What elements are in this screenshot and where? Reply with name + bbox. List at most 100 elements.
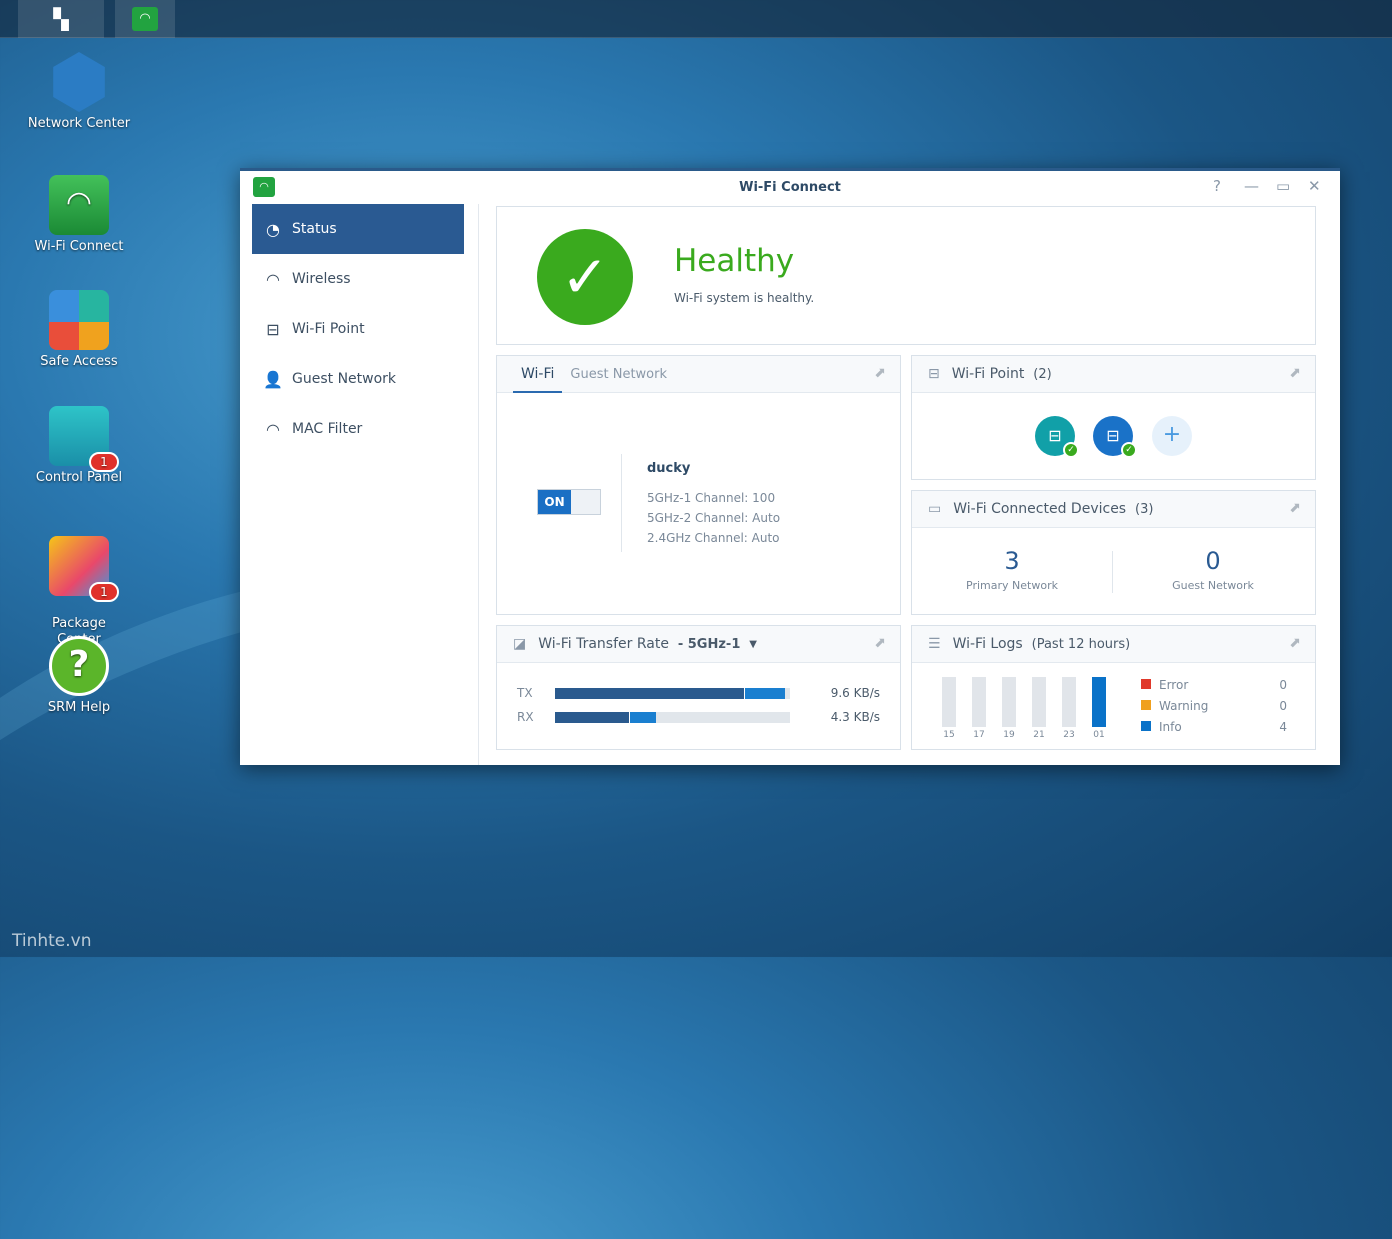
- card-title: Wi-Fi Transfer Rate: [538, 636, 669, 652]
- legend-item: Warning 0: [1141, 699, 1287, 713]
- ok-check-icon: ✓: [1121, 442, 1137, 458]
- sidebar-item-guest-network[interactable]: 👤 Guest Network: [252, 354, 464, 404]
- wifi-connect-icon: ◠: [132, 7, 158, 31]
- close-button[interactable]: ✕: [1308, 177, 1321, 195]
- status-gauge-icon: ◔: [266, 219, 280, 239]
- log-tick-label: 21: [1033, 730, 1045, 740]
- watermark: Tinhte.vn: [12, 931, 92, 951]
- desktop-icon-label: SRM Help: [47, 700, 111, 715]
- add-wifi-point-button[interactable]: +: [1152, 416, 1192, 456]
- wifi-card: Wi-Fi Guest Network ⬈ ON ducky 5GHz-1 Ch…: [496, 355, 901, 615]
- rate-bar-track: [555, 688, 790, 699]
- taskbar-wifi-connect[interactable]: ◠: [115, 0, 175, 38]
- logs-list-icon: ☰: [928, 636, 941, 652]
- rate-label: TX: [517, 686, 533, 700]
- health-message: Wi-Fi system is healthy.: [674, 291, 815, 305]
- legend-value: 0: [1279, 699, 1287, 713]
- minimize-button[interactable]: —: [1244, 177, 1259, 195]
- desktop-control-panel[interactable]: 1 Control Panel: [18, 406, 140, 485]
- wifi-toggle[interactable]: ON: [537, 489, 601, 515]
- healthy-check-icon: ✓: [537, 229, 633, 325]
- card-title: Wi-Fi Point: [951, 366, 1025, 382]
- log-bar-track: [1062, 677, 1076, 727]
- log-tick-label: 01: [1093, 730, 1105, 740]
- devices-icon: ▭: [928, 501, 942, 517]
- tab-wifi[interactable]: Wi-Fi: [513, 366, 563, 393]
- desktop-icon-label: Network Center: [27, 116, 131, 131]
- expand-arrow-icon[interactable]: ⬈: [874, 635, 886, 651]
- wifi-connect-icon: ◠: [49, 175, 109, 235]
- divider: [621, 454, 622, 552]
- title-bar[interactable]: ◠ Wi-Fi Connect ? — ▭ ✕: [240, 171, 1340, 204]
- maximize-button[interactable]: ▭: [1276, 177, 1290, 195]
- main-menu-button[interactable]: ▚: [18, 0, 104, 38]
- wifi-point-icon: ⊟: [928, 366, 940, 382]
- legend-item: Info 4: [1141, 720, 1287, 734]
- desktop-network-center[interactable]: Network Center: [18, 52, 140, 131]
- devices-header: ▭ Wi-Fi Connected Devices (3): [912, 491, 1315, 528]
- card-subtitle: (Past 12 hours): [1031, 636, 1131, 652]
- desktop-wifi-connect[interactable]: ◠ Wi-Fi Connect: [18, 175, 140, 254]
- help-button[interactable]: ?: [1213, 177, 1221, 195]
- help-icon: ?: [49, 636, 109, 696]
- ok-check-icon: ✓: [1063, 442, 1079, 458]
- connected-devices-card: ▭ Wi-Fi Connected Devices (3) ⬈ 3 Primary …: [911, 490, 1316, 615]
- health-card: ✓ Healthy Wi-Fi system is healthy.: [496, 206, 1316, 345]
- channel-list: 5GHz-1 Channel: 100 5GHz-2 Channel: Auto…: [647, 488, 780, 548]
- wifi-point-device[interactable]: ⊟ ✓: [1035, 416, 1079, 458]
- rate-bar-current: [555, 712, 631, 723]
- legend-swatch: [1141, 679, 1151, 689]
- desktop-srm-help[interactable]: ? SRM Help: [18, 636, 140, 715]
- desktop-safe-access[interactable]: Safe Access: [18, 290, 140, 369]
- wifi-point-header: ⊟ Wi-Fi Point (2): [912, 356, 1315, 393]
- log-bar-track: [1002, 677, 1016, 727]
- package-center-icon: 1: [49, 536, 119, 602]
- sidebar: ◔ Status ◠ Wireless ⊟ Wi-Fi Point 👤 Guest Ne…: [240, 204, 479, 765]
- card-title: Wi-Fi Connected Devices: [953, 501, 1127, 517]
- sidebar-item-status[interactable]: ◔ Status: [252, 204, 464, 254]
- card-count: (3): [1135, 501, 1154, 517]
- tab-guest-network[interactable]: Guest Network: [570, 367, 667, 382]
- channel-row: 2.4GHz Channel: Auto: [647, 531, 780, 545]
- health-title: Healthy: [674, 243, 795, 279]
- legend-item: Error 0: [1141, 678, 1287, 692]
- window-title: Wi-Fi Connect: [739, 180, 841, 195]
- rate-value: 4.3 KB/s: [830, 710, 880, 724]
- card-title: Wi-Fi Logs: [952, 636, 1023, 652]
- log-bar-track: [1032, 677, 1046, 727]
- log-tick-label: 15: [943, 730, 955, 740]
- legend-value: 4: [1279, 720, 1287, 734]
- band-selector[interactable]: - 5GHz-1: [678, 637, 741, 652]
- safe-access-icon: [49, 290, 109, 350]
- legend-swatch: [1141, 721, 1151, 731]
- expand-arrow-icon[interactable]: ⬈: [1289, 635, 1301, 651]
- sidebar-item-wifi-point[interactable]: ⊟ Wi-Fi Point: [252, 304, 464, 354]
- expand-arrow-icon[interactable]: ⬈: [1289, 500, 1301, 516]
- sidebar-item-label: MAC Filter: [292, 421, 363, 437]
- log-bar: [1092, 677, 1106, 727]
- taskbar: ▚ ◠: [0, 0, 1392, 38]
- desktop-package-center[interactable]: 1 Package Center: [18, 520, 140, 648]
- wifi-point-device[interactable]: ⊟ ✓: [1093, 416, 1137, 458]
- guest-network-stat[interactable]: 0 Guest Network: [1113, 547, 1313, 592]
- transfer-header: ◪ Wi-Fi Transfer Rate - 5GHz-1 ▼: [497, 626, 900, 663]
- toggle-on-label: ON: [538, 490, 571, 514]
- channel-row: 5GHz-2 Channel: Auto: [647, 511, 781, 525]
- sidebar-item-label: Wireless: [292, 271, 351, 287]
- expand-arrow-icon[interactable]: ⬈: [874, 365, 886, 381]
- rate-bar-current: [555, 688, 746, 699]
- wifi-icon: ◠: [266, 269, 280, 289]
- expand-arrow-icon[interactable]: ⬈: [1289, 365, 1301, 381]
- log-bar-track: [942, 677, 956, 727]
- sidebar-item-mac-filter[interactable]: ◠ MAC Filter: [252, 404, 464, 454]
- sidebar-item-wireless[interactable]: ◠ Wireless: [252, 254, 464, 304]
- primary-network-stat[interactable]: 3 Primary Network: [912, 547, 1112, 592]
- desktop-icon-label: Wi-Fi Connect: [34, 239, 124, 254]
- wifi-card-header: Wi-Fi Guest Network: [497, 356, 900, 393]
- legend-swatch: [1141, 700, 1151, 710]
- chevron-down-icon[interactable]: ▼: [749, 639, 757, 650]
- rate-label: RX: [517, 710, 534, 724]
- main-menu-icon: ▚: [53, 7, 69, 31]
- mac-filter-icon: ◠: [266, 419, 280, 439]
- desktop-icon-label: Control Panel: [35, 470, 123, 485]
